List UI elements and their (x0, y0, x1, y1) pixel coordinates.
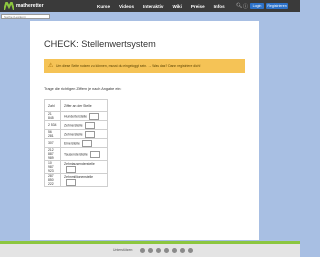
row-place: Einerstelle (64, 140, 80, 145)
answer-input[interactable] (84, 130, 95, 138)
row-place-cell: Zehnerstelle (60, 129, 108, 139)
table-header-row: Zahl Ziffer an der Stelle (44, 99, 108, 112)
main-nav: Kurse Videos Interaktiv Wiki Preise Info… (97, 0, 225, 12)
answer-input[interactable] (84, 121, 95, 129)
social-icon[interactable] (140, 248, 145, 253)
search-icon[interactable]: 🔍︎ (236, 3, 242, 9)
row-number: 287 850 222 (44, 173, 61, 187)
search-input[interactable]: Suche (Lexikon) (1, 14, 50, 19)
nav-item-wiki[interactable]: Wiki (172, 4, 181, 9)
social-icon[interactable] (164, 248, 169, 253)
content-card: CHECK: Stellenwertsystem ⚠ Um diese Seit… (30, 21, 259, 240)
exercise-table: Zahl Ziffer an der Stelle 21 845 Hundert… (44, 99, 108, 187)
footer-label: Unterstützen: (113, 248, 134, 252)
table-row: 56 281 Zehnerstelle (44, 129, 108, 139)
row-place-cell: Zehnerstelle (60, 120, 108, 130)
row-place-cell: Einerstelle (60, 138, 108, 148)
page-title: CHECK: Stellenwertsystem (44, 39, 156, 49)
row-place-cell: Zehnmillionenstelle (60, 173, 108, 187)
social-icon[interactable] (172, 248, 177, 253)
instruction-text: Trage die richtigen Ziffern je nach Anga… (44, 87, 122, 91)
row-place-cell: Hunderterstelle (60, 111, 108, 121)
social-icon[interactable] (148, 248, 153, 253)
register-button[interactable]: Registrieren (266, 3, 288, 9)
row-place: Tausenderstelle (64, 151, 88, 156)
answer-input[interactable] (66, 178, 76, 186)
logo[interactable]: matheretter (4, 1, 44, 11)
row-place: Zehnerstelle (64, 131, 83, 136)
logo-text: matheretter (16, 3, 44, 9)
login-alert: ⚠ Um diese Seite nutzen zu können, musst… (44, 59, 245, 73)
nav-item-preise[interactable]: Preise (191, 4, 205, 9)
nav-item-videos[interactable]: Videos (119, 4, 134, 9)
table-row: 21 845 Hunderterstelle (44, 111, 108, 121)
table-row: 287 850 222 Zehnmillionenstelle (44, 173, 108, 187)
info-icon[interactable]: ⓘ (243, 3, 248, 10)
header-zahl: Zahl (44, 99, 61, 112)
table-row: 212 887 989 Tausenderstelle (44, 147, 108, 161)
top-navigation-bar: matheretter Kurse Videos Interaktiv Wiki… (0, 0, 300, 12)
alert-text: Um diese Seite nutzen zu können, musst d… (56, 63, 201, 68)
row-place-cell: Tausenderstelle (60, 147, 108, 161)
row-number: 212 887 989 (44, 147, 61, 161)
answer-input[interactable] (66, 165, 76, 173)
nav-item-infos[interactable]: Infos (214, 4, 225, 9)
social-icon[interactable] (156, 248, 161, 253)
header-ziffer: Ziffer an der Stelle (60, 99, 108, 112)
row-place: Zehnerstelle (64, 122, 83, 127)
nav-item-kurse[interactable]: Kurse (97, 4, 110, 9)
row-number: 2 534 (44, 120, 61, 130)
logo-m-icon (4, 2, 14, 10)
login-button[interactable]: Login (250, 3, 264, 9)
warning-icon: ⚠ (48, 63, 54, 69)
footer: Unterstützen: (0, 244, 300, 257)
row-number: 307 (44, 138, 61, 148)
table-row: 10 987 923 Zehntausenderstelle (44, 160, 108, 174)
answer-input[interactable] (89, 112, 99, 120)
social-icon[interactable] (188, 248, 193, 253)
row-number: 21 845 (44, 111, 61, 121)
row-number: 10 987 923 (44, 160, 61, 174)
table-row: 307 Einerstelle (44, 138, 108, 148)
answer-input[interactable] (81, 139, 92, 147)
row-number: 56 281 (44, 129, 61, 139)
row-place: Hunderterstelle (64, 113, 87, 118)
table-row: 2 534 Zehnerstelle (44, 120, 108, 130)
social-icon[interactable] (180, 248, 185, 253)
row-place-cell: Zehntausenderstelle (60, 160, 108, 174)
answer-input[interactable] (89, 150, 100, 158)
nav-item-interaktiv[interactable]: Interaktiv (143, 4, 163, 9)
